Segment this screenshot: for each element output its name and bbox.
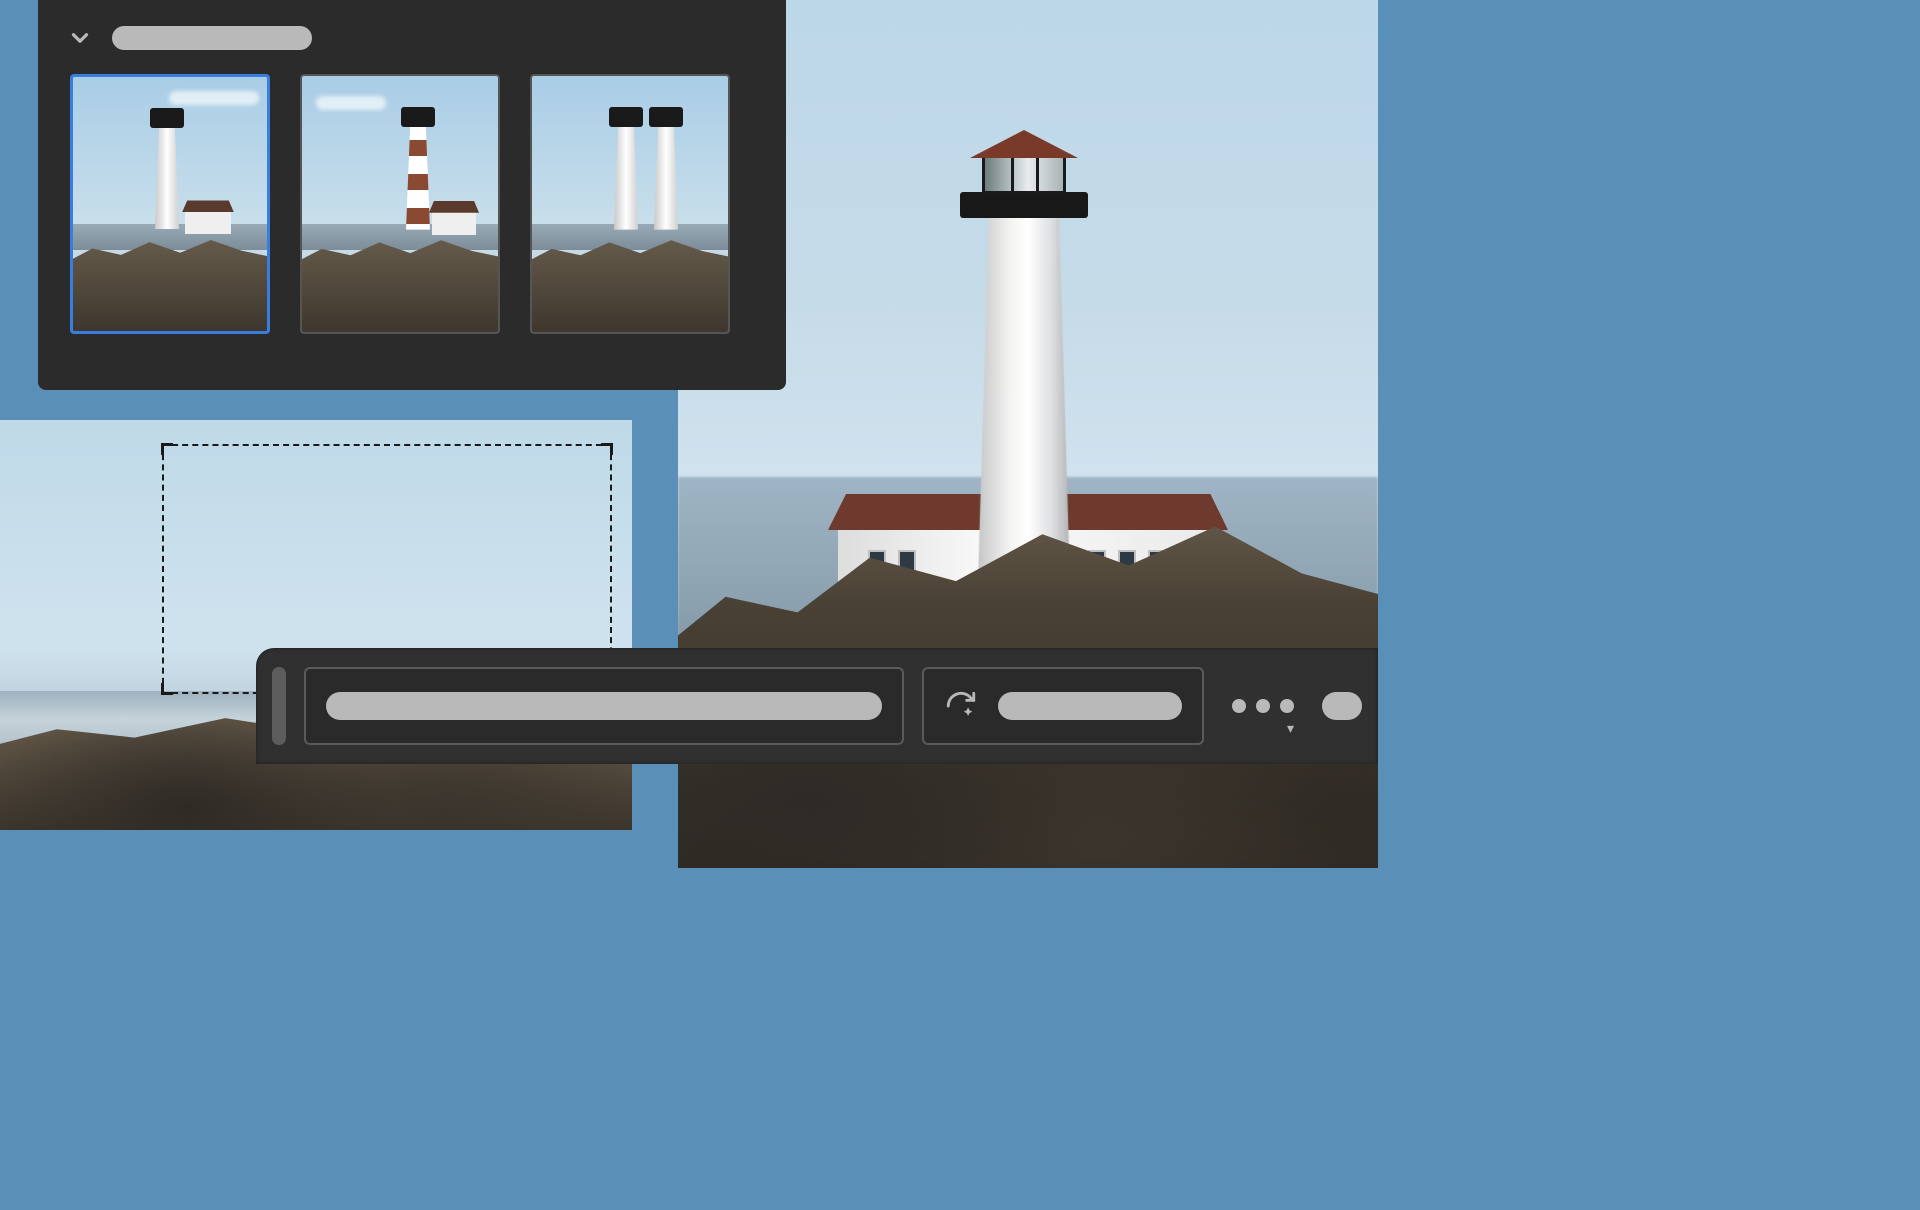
chevron-down-icon xyxy=(67,25,93,51)
generate-button-group[interactable] xyxy=(922,667,1204,745)
preview-lighthouse-tower xyxy=(978,209,1070,589)
variation-thumbnail-3[interactable] xyxy=(530,74,730,334)
toolbar-drag-grip[interactable] xyxy=(272,667,286,745)
toolbar-trailing-pill[interactable] xyxy=(1322,692,1362,720)
more-options-icon xyxy=(1232,699,1246,713)
prompt-input-group[interactable] xyxy=(304,667,904,745)
generate-button-label xyxy=(998,692,1182,720)
preview-lighthouse-lantern xyxy=(964,138,1084,218)
caret-down-icon: ▾ xyxy=(1287,721,1294,737)
variation-thumbnail-2[interactable] xyxy=(300,74,500,334)
variations-panel xyxy=(38,0,786,390)
generative-toolbar: ▾ xyxy=(256,648,1378,764)
variations-title-placeholder xyxy=(112,26,312,50)
more-options-button[interactable]: ▾ xyxy=(1222,699,1304,713)
variation-thumbnail-1[interactable] xyxy=(70,74,270,334)
variation-thumbnails-row xyxy=(62,74,762,334)
collapse-panel-button[interactable] xyxy=(62,20,98,56)
selection-handle-tl[interactable] xyxy=(161,443,173,455)
selection-handle-tr[interactable] xyxy=(601,443,613,455)
selection-handle-bl[interactable] xyxy=(161,683,173,695)
regenerate-sparkle-icon xyxy=(944,689,978,723)
prompt-input[interactable] xyxy=(326,692,882,720)
editing-canvas[interactable] xyxy=(0,420,632,830)
